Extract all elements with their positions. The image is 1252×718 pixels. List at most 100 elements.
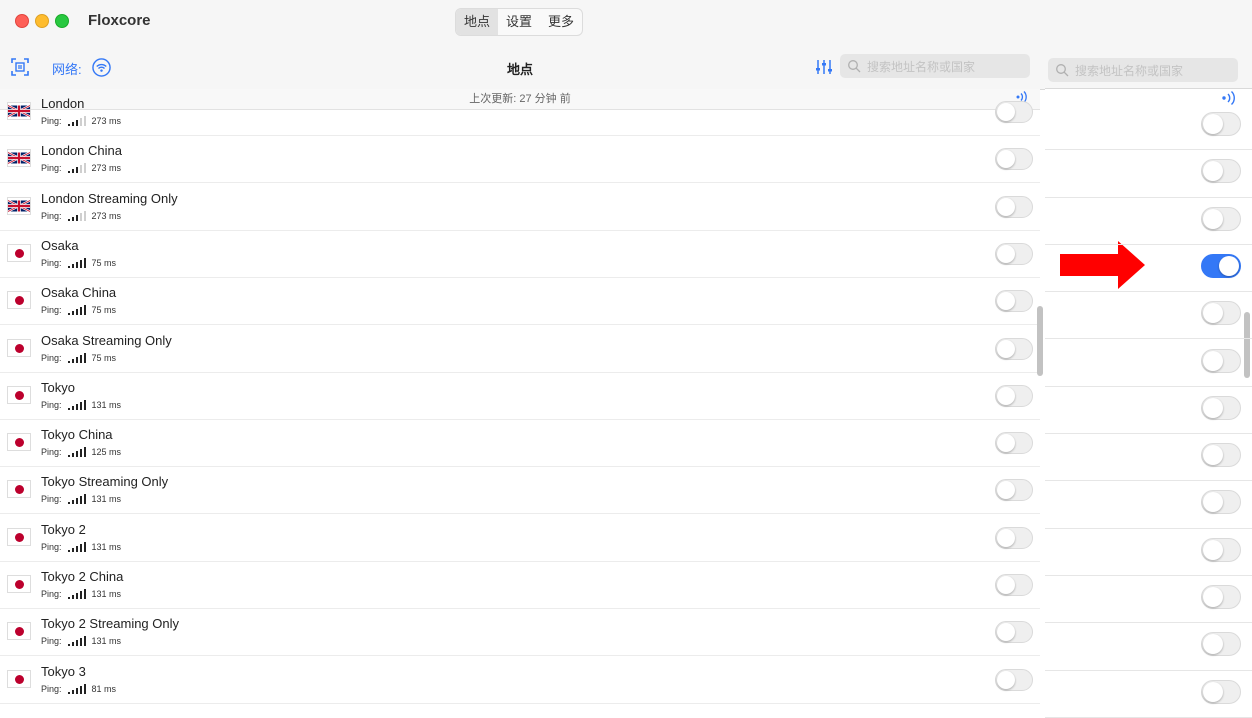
signal-bar [79,118,83,126]
ping-info: Ping: 75 ms [41,352,116,363]
signal-bar [71,405,75,410]
signal-bar [79,496,83,505]
location-row[interactable]: Tokyo 2 Ping: 131 ms [0,514,1040,562]
signal-bar [75,167,79,174]
japan-flag-icon [7,243,31,262]
signal-bar [67,265,71,268]
location-toggle[interactable] [995,432,1033,455]
signal-bar [67,124,71,126]
location-row[interactable]: London Streaming Only Ping: 273 ms [0,183,1040,231]
location-toggle[interactable] [995,526,1033,549]
search-icon [848,60,861,73]
location-toggle[interactable] [995,479,1033,502]
location-toggle[interactable] [1201,490,1241,515]
location-row[interactable]: Osaka Streaming Only Ping: 75 ms [0,325,1040,373]
signal-bar [83,447,87,458]
toggle-knob [997,576,1015,594]
location-row[interactable]: London Ping: 273 ms [0,90,1040,136]
location-toggle[interactable] [1201,348,1241,373]
tab-more[interactable]: 更多 [540,9,582,35]
zoomed-search-input[interactable] [1073,58,1237,84]
location-row[interactable]: Osaka China Ping: 75 ms [0,277,1040,326]
ping-info: Ping: 81 ms [41,683,116,694]
location-toggle[interactable] [1201,159,1241,184]
zoomed-search-field[interactable] [1048,58,1238,84]
flag-sun-disc [15,343,24,353]
signal-bar [71,689,75,694]
signal-bar [71,547,75,552]
location-toggle[interactable] [995,290,1033,313]
search-input[interactable] [865,54,1029,80]
location-toggle[interactable] [1201,679,1241,704]
toggle-knob [1203,634,1223,655]
ping-value: 125 ms [91,447,122,458]
location-row[interactable]: Tokyo Ping: 131 ms [0,372,1040,420]
signal-bar [83,163,87,174]
signal-bar [71,500,75,505]
location-toggle[interactable] [995,668,1033,691]
location-row[interactable]: Tokyo 2 China Ping: 131 ms [0,561,1040,609]
zoom-window-button[interactable] [55,14,69,28]
signal-bar [75,593,79,599]
ping-value: 273 ms [91,210,122,221]
location-row[interactable]: Tokyo 3 Ping: 81 ms [0,656,1040,704]
toggle-knob [997,670,1015,689]
location-row[interactable]: Tokyo China Ping: 125 ms [0,419,1040,468]
signal-bar [83,399,87,410]
ping-info: Ping: 273 ms [41,163,121,174]
union-jack-graphic [8,199,30,213]
signal-bar [75,687,79,694]
location-row[interactable]: Tokyo Streaming Only Ping: 131 ms [0,466,1040,515]
location-toggle[interactable] [1201,443,1241,468]
toggle-knob [997,292,1015,311]
signal-bar [79,543,83,552]
location-toggle[interactable] [1201,537,1241,562]
enabled-location-toggle[interactable] [1201,253,1241,278]
location-row[interactable]: London China Ping: 273 ms [0,135,1040,184]
location-name: London Streaming Only [41,190,178,206]
ping-label: Ping: [41,210,62,221]
location-toggle[interactable] [1201,632,1241,657]
toggle-knob [997,386,1015,405]
location-row[interactable]: Tokyo 2 Streaming Only Ping: 131 ms [0,608,1040,657]
uk-flag-icon [7,102,31,120]
location-row[interactable]: Osaka Ping: 75 ms [0,230,1040,278]
location-toggle[interactable] [995,148,1033,171]
close-window-button[interactable] [15,14,29,28]
tab-locations[interactable]: 地点 [456,9,499,35]
japan-flag-icon [7,575,31,593]
location-toggle[interactable] [995,384,1033,407]
signal-bar [75,451,79,458]
toolbar: 网络: 地点 [0,44,1045,90]
signal-bar [75,261,79,268]
location-toggle[interactable] [995,195,1033,218]
japan-flag-icon [7,433,31,452]
location-toggle[interactable] [995,242,1033,265]
location-toggle[interactable] [1201,206,1241,231]
signal-bar [71,263,75,268]
toggle-knob [1203,445,1223,466]
flag-sun-disc [15,296,24,306]
signal-bar [75,120,79,126]
location-toggle[interactable] [995,621,1033,644]
location-toggle[interactable] [1201,585,1241,609]
ping-label: Ping: [41,352,62,363]
flag-sun-disc [15,627,24,637]
japan-flag-icon [7,338,31,357]
signal-bars-icon [67,163,88,174]
location-toggle[interactable] [1201,301,1241,326]
location-toggle[interactable] [1201,112,1241,136]
location-toggle[interactable] [995,574,1033,596]
location-toggle[interactable] [1201,395,1241,420]
filter-icon[interactable] [815,58,833,76]
flag-sun-disc [15,532,24,542]
tab-settings[interactable]: 设置 [498,9,540,35]
toggle-knob [1203,114,1223,134]
ping-label: Ping: [41,494,62,505]
location-toggle[interactable] [995,337,1033,360]
location-toggle[interactable] [995,101,1033,123]
signal-bar [75,309,79,316]
list-scrollbar[interactable] [1037,306,1043,376]
minimize-window-button[interactable] [35,14,49,28]
search-field[interactable] [840,54,1030,80]
